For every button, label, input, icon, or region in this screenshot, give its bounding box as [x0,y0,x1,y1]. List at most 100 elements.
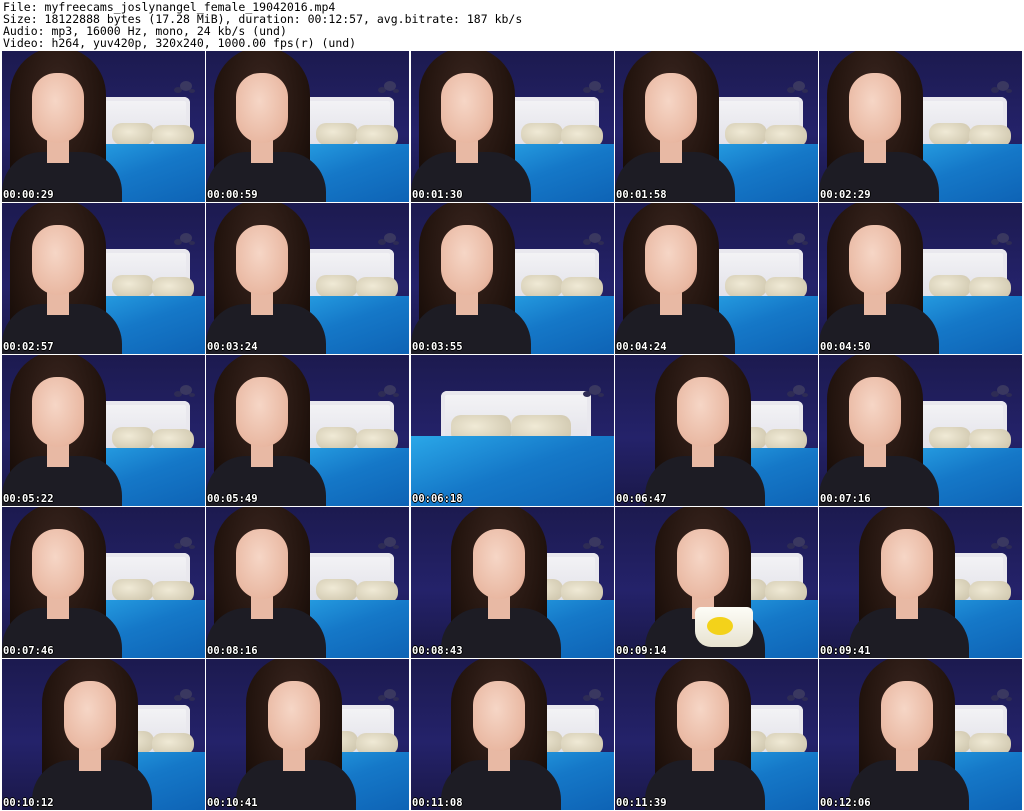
thumbnail-face-shape [236,377,288,447]
thumbnail-face-shape [32,529,84,599]
thumbnail-pillow-shape [521,123,563,145]
thumbnail-face-shape [677,681,729,751]
thumbnail-timestamp: 00:07:16 [820,493,871,505]
video-thumbnail[interactable]: 00:03:24 [206,203,409,354]
thumbnail-lamp-shape [793,233,805,243]
thumbnail-timestamp: 00:09:14 [616,645,667,657]
video-thumbnail[interactable]: 00:08:43 [411,507,614,658]
thumbnail-timestamp: 00:03:55 [412,341,463,353]
thumbnail-pillow-shape [316,427,358,449]
thumbnail-lamp-shape [793,385,805,395]
thumbnail-timestamp: 00:08:43 [412,645,463,657]
thumbnail-timestamp: 00:02:29 [820,189,871,201]
thumbnail-pillow-shape [521,275,563,297]
thumbnail-lamp-shape [180,537,192,547]
thumbnail-lamp-shape [997,689,1009,699]
thumbnail-timestamp: 00:10:12 [3,797,54,809]
video-thumbnail[interactable]: 00:04:50 [819,203,1022,354]
thumbnail-lamp-shape [997,385,1009,395]
file-info-header: File: myfreecams_joslynangel_female_1904… [3,1,1021,49]
thumbnail-face-shape [441,225,493,295]
thumbnail-face-shape [236,225,288,295]
thumbnail-pillow-shape [112,579,154,601]
thumbnail-lamp-shape [589,689,601,699]
video-thumbnail[interactable]: 00:00:29 [2,51,205,202]
thumbnail-timestamp: 00:05:22 [3,493,54,505]
video-thumbnail[interactable]: 00:10:12 [2,659,205,810]
thumbnail-face-shape [32,225,84,295]
video-thumbnail[interactable]: 00:04:24 [615,203,818,354]
thumbnail-face-shape [645,73,697,143]
thumbnail-face-shape [32,73,84,143]
thumbnail-timestamp: 00:04:24 [616,341,667,353]
thumbnail-timestamp: 00:10:41 [207,797,258,809]
thumbnail-lamp-shape [180,233,192,243]
thumbnail-timestamp: 00:01:58 [616,189,667,201]
thumbnail-face-shape [236,529,288,599]
thumbnail-lamp-shape [180,385,192,395]
thumbnail-pillow-shape [929,123,971,145]
video-thumbnail[interactable]: 00:11:39 [615,659,818,810]
thumbnail-pillow-shape [929,427,971,449]
thumbnail-timestamp: 00:12:06 [820,797,871,809]
video-thumbnail[interactable]: 00:02:29 [819,51,1022,202]
video-thumbnail[interactable]: 00:07:16 [819,355,1022,506]
thumbnail-lamp-shape [384,689,396,699]
thumbnail-lamp-shape [997,233,1009,243]
thumbnail-lamp-shape [384,233,396,243]
thumbnail-timestamp: 00:04:50 [820,341,871,353]
thumbnail-lamp-shape [589,537,601,547]
thumbnail-timestamp: 00:08:16 [207,645,258,657]
video-thumbnail[interactable]: 00:01:58 [615,51,818,202]
video-thumbnail[interactable]: 00:08:16 [206,507,409,658]
thumbnail-timestamp: 00:01:30 [412,189,463,201]
thumbnail-lamp-shape [180,689,192,699]
thumbnail-pillow-shape [112,123,154,145]
video-thumbnail[interactable]: 00:06:47 [615,355,818,506]
thumbnail-lamp-shape [589,385,601,395]
thumbnail-timestamp: 00:02:57 [3,341,54,353]
thumbnail-timestamp: 00:11:39 [616,797,667,809]
thumbnail-lamp-shape [793,81,805,91]
video-thumbnail[interactable]: 00:09:41 [819,507,1022,658]
thumbnail-timestamp: 00:00:29 [3,189,54,201]
thumbnail-face-shape [32,377,84,447]
thumbnail-face-shape [473,681,525,751]
video-thumbnail[interactable]: 00:09:14 [615,507,818,658]
thumbnail-face-shape [236,73,288,143]
thumbnail-timestamp: 00:03:24 [207,341,258,353]
thumbnail-lamp-shape [384,385,396,395]
thumbnail-pillow-shape [316,123,358,145]
video-thumbnail[interactable]: 00:05:49 [206,355,409,506]
thumbnail-face-shape [441,73,493,143]
thumbnail-lamp-shape [997,81,1009,91]
thumbnail-lamp-shape [793,689,805,699]
thumbnail-timestamp: 00:06:18 [412,493,463,505]
video-thumbnail[interactable]: 00:07:46 [2,507,205,658]
thumbnail-pillow-shape [112,275,154,297]
thumbnail-pillow-shape [316,579,358,601]
thumbnail-timestamp: 00:05:49 [207,493,258,505]
video-thumbnail[interactable]: 00:03:55 [411,203,614,354]
video-thumbnail[interactable]: 00:01:30 [411,51,614,202]
thumbnail-lamp-shape [384,81,396,91]
thumbnail-face-shape [677,377,729,447]
video-thumbnail[interactable]: 00:06:18 [411,355,614,506]
video-thumbnail[interactable]: 00:05:22 [2,355,205,506]
video-thumbnail[interactable]: 00:02:57 [2,203,205,354]
thumbnail-face-shape [677,529,729,599]
video-thumbnail[interactable]: 00:00:59 [206,51,409,202]
video-thumbnail[interactable]: 00:10:41 [206,659,409,810]
thumbnail-timestamp: 00:07:46 [3,645,54,657]
thumbnail-timestamp: 00:00:59 [207,189,258,201]
thumbnail-lamp-shape [589,233,601,243]
thumbnail-face-shape [645,225,697,295]
thumbnail-face-shape [268,681,320,751]
thumbnail-pillow-shape [929,275,971,297]
thumbnail-lamp-shape [793,537,805,547]
video-thumbnail[interactable]: 00:12:06 [819,659,1022,810]
thumbnail-face-shape [849,377,901,447]
video-thumbnail[interactable]: 00:11:08 [411,659,614,810]
thumbnail-pillow-shape [112,427,154,449]
thumbnail-timestamp: 00:06:47 [616,493,667,505]
